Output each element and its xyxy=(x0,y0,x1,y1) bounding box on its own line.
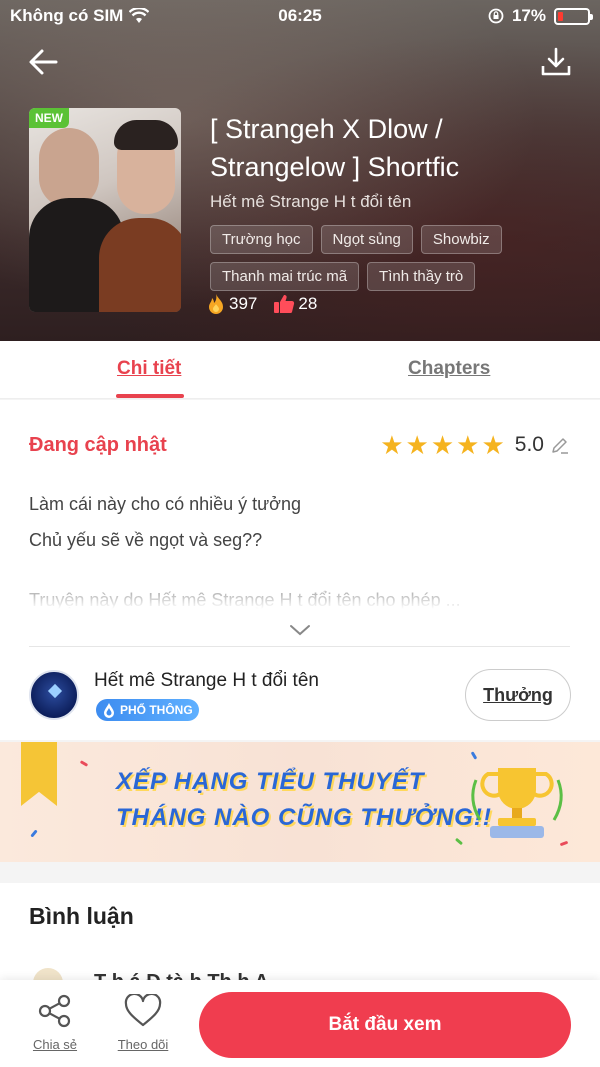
rating[interactable]: ★ ★ ★ ★ ★ 5.0 xyxy=(380,432,570,458)
description-line: Chủ yếu sẽ về ngọt và seg?? xyxy=(29,530,263,550)
back-arrow-icon[interactable] xyxy=(26,44,62,80)
tag[interactable]: Tình thầy trò xyxy=(367,262,476,291)
description: Làm cái này cho có nhiều ý tưởng Chủ yếu… xyxy=(29,486,569,558)
new-badge: NEW xyxy=(29,108,69,128)
book-author[interactable]: Hết mê Strange H t đổi tên xyxy=(210,192,411,212)
detail-section: Đang cập nhật ★ ★ ★ ★ ★ 5.0 Làm cái này … xyxy=(0,400,600,740)
fire-count: 397 xyxy=(229,294,258,313)
download-icon[interactable] xyxy=(538,44,574,80)
fire-stat: 397 xyxy=(206,293,257,315)
book-header: Không có SIM 06:25 17% NEW [ Strangeh X … xyxy=(0,0,600,341)
battery-percent: 17% xyxy=(511,6,546,25)
book-title: [ Strangeh X Dlow / Strangelow ] Shortfi… xyxy=(210,114,460,182)
tab-detail[interactable]: Chi tiết xyxy=(117,358,181,380)
tab-bar: Chi tiết Chapters xyxy=(0,341,600,399)
description-line: Làm cái này cho có nhiều ý tưởng xyxy=(29,494,302,514)
uploader-avatar[interactable] xyxy=(29,670,79,720)
fire-icon xyxy=(209,294,223,314)
trophy-icon xyxy=(471,768,563,838)
drop-icon xyxy=(104,703,114,718)
divider xyxy=(29,646,570,647)
tag-list: Trường học Ngọt sủng Showbiz Thanh mai t… xyxy=(210,225,540,291)
star-icon: ★ xyxy=(405,430,429,460)
star-icon: ★ xyxy=(481,430,505,460)
tag[interactable]: Ngọt sủng xyxy=(320,225,413,254)
tab-chapters[interactable]: Chapters xyxy=(408,358,490,380)
thumbs-up-icon xyxy=(274,295,295,313)
follow-button[interactable]: Theo dõi xyxy=(111,992,175,1052)
comments-section: Bình luận T h á Đ tà h Th h A xyxy=(0,883,600,998)
tag[interactable]: Thanh mai trúc mã xyxy=(210,262,360,291)
like-count: 28 xyxy=(298,294,318,313)
star-icon: ★ xyxy=(380,430,404,460)
uploader-name[interactable]: Hết mê Strange H t đổi tên xyxy=(94,670,319,692)
description-faded-line: Truyện này do Hết mê Strange H t đổi tên… xyxy=(29,590,461,610)
status-right: 17% xyxy=(488,6,593,26)
ribbon-icon xyxy=(21,742,57,806)
rank-label: PHỔ THÔNG xyxy=(120,703,193,717)
book-stats: 397 28 xyxy=(206,293,317,315)
update-status: Đang cập nhật xyxy=(29,434,167,456)
rank-badge: PHỔ THÔNG xyxy=(96,699,199,721)
tab-indicator xyxy=(116,394,184,398)
banner-line-1: XẾP HẠNG TIỂU THUYẾT xyxy=(116,768,425,795)
ranking-banner[interactable]: XẾP HẠNG TIỂU THUYẾT THÁNG NÀO CŨNG THƯỞ… xyxy=(0,742,600,862)
edit-icon[interactable] xyxy=(550,435,570,455)
share-label: Chia sẻ xyxy=(32,1037,78,1052)
tag[interactable]: Showbiz xyxy=(420,225,502,254)
heart-icon xyxy=(124,992,162,1027)
comments-title: Bình luận xyxy=(29,903,134,929)
tag[interactable]: Trường học xyxy=(210,225,313,254)
book-cover[interactable] xyxy=(29,108,181,312)
banner-line-2: THÁNG NÀO CŨNG THƯỞNG!! xyxy=(116,804,492,831)
orientation-lock-icon xyxy=(488,8,504,24)
bottom-action-bar: Chia sẻ Theo dõi Bắt đầu xem xyxy=(0,980,600,1067)
share-icon xyxy=(38,994,71,1028)
start-reading-button[interactable]: Bắt đầu xem xyxy=(199,992,571,1058)
status-bar: Không có SIM 06:25 17% xyxy=(0,0,600,32)
star-icon: ★ xyxy=(456,430,480,460)
rating-value: 5.0 xyxy=(514,433,544,456)
chevron-down-icon[interactable] xyxy=(288,622,312,638)
like-stat: 28 xyxy=(273,294,317,314)
star-icon: ★ xyxy=(430,430,455,460)
reward-button[interactable]: Thưởng xyxy=(465,669,571,721)
battery-icon xyxy=(554,7,593,25)
share-button[interactable]: Chia sẻ xyxy=(23,994,87,1052)
follow-label: Theo dõi xyxy=(117,1037,169,1052)
